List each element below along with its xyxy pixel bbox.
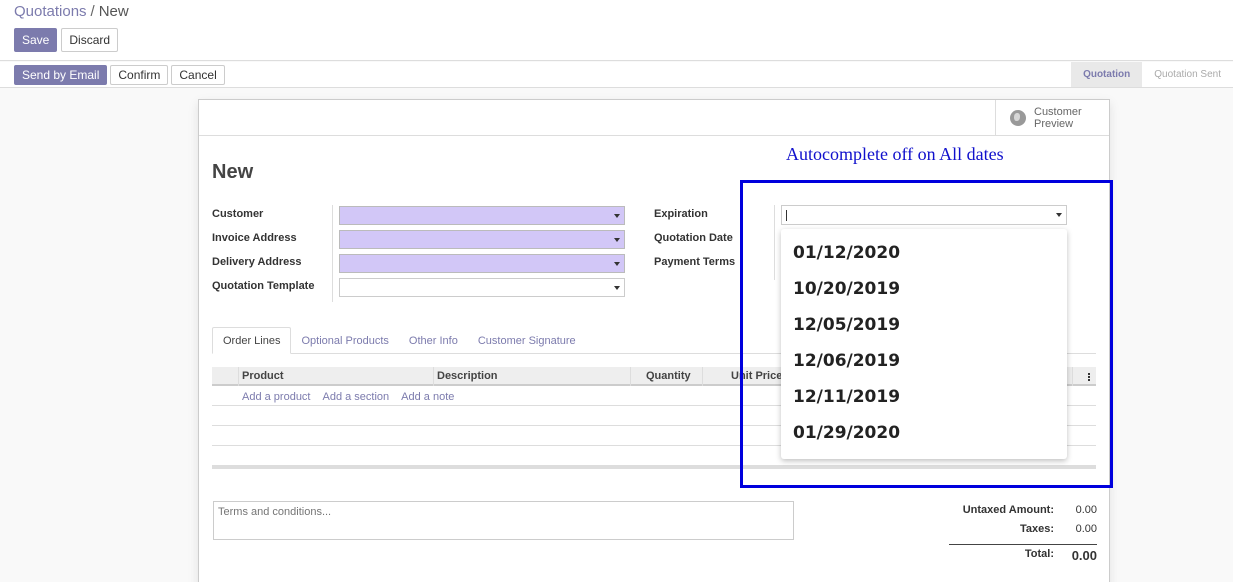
autocomplete-option[interactable]: 01/29/2020 (781, 415, 1067, 451)
untaxed-amount-value: 0.00 (1075, 504, 1097, 516)
chevron-down-icon (614, 262, 620, 266)
field-separator (332, 205, 333, 302)
untaxed-amount-label: Untaxed Amount: (962, 504, 1054, 516)
breadcrumb-quotations-link[interactable]: Quotations (14, 3, 87, 20)
column-divider (630, 367, 631, 386)
taxes-row: Taxes: 0.00 (949, 523, 1097, 542)
chevron-down-icon (614, 238, 620, 242)
confirm-button[interactable]: Confirm (110, 65, 169, 85)
column-divider (238, 367, 239, 386)
delivery-address-field[interactable] (339, 254, 625, 273)
expiration-field[interactable] (781, 205, 1067, 225)
send-by-email-button[interactable]: Send by Email (14, 65, 108, 85)
statusbar-buttons: Send by Email Confirm Cancel (14, 65, 225, 85)
payment-terms-label: Payment Terms (654, 256, 736, 268)
column-divider (433, 367, 434, 386)
column-header-product[interactable]: Product (242, 370, 284, 382)
expiration-label: Expiration (654, 208, 708, 220)
page-title: New (212, 161, 254, 183)
add-note-link[interactable]: Add a note (401, 391, 454, 403)
stage-quotation[interactable]: Quotation (1071, 62, 1143, 87)
total-label: Total: (1024, 548, 1054, 560)
statusbar: Send by Email Confirm Cancel Quotation Q… (0, 62, 1233, 88)
tab-customer-signature[interactable]: Customer Signature (468, 327, 586, 354)
text-cursor (786, 210, 787, 221)
quotation-date-label: Quotation Date (654, 232, 733, 244)
invoice-address-field[interactable] (339, 230, 625, 249)
autocomplete-option[interactable]: 12/11/2019 (781, 379, 1067, 415)
quotation-template-field[interactable] (339, 278, 625, 297)
customer-label: Customer (212, 208, 264, 220)
quotation-template-label: Quotation Template (212, 280, 315, 292)
discard-button[interactable]: Discard (61, 28, 119, 52)
tab-other-info[interactable]: Other Info (399, 327, 468, 354)
add-product-link[interactable]: Add a product (242, 391, 311, 403)
autocomplete-option[interactable]: 12/05/2019 (781, 307, 1067, 343)
terms-and-conditions-input[interactable] (213, 501, 794, 540)
tab-optional-products[interactable]: Optional Products (291, 327, 398, 354)
invoice-address-label: Invoice Address (212, 232, 297, 244)
breadcrumb: Quotations / New (14, 3, 129, 20)
autocomplete-option[interactable]: 12/06/2019 (781, 343, 1067, 379)
totals-summary: Untaxed Amount: 0.00 Taxes: 0.00 Total: … (949, 504, 1097, 567)
column-divider (702, 367, 703, 386)
control-panel: Quotations / New Save Discard (0, 0, 1233, 61)
total-value: 0.00 (1071, 548, 1097, 563)
autocomplete-dropdown: 01/12/2020 10/20/2019 12/05/2019 12/06/2… (781, 229, 1067, 459)
delivery-address-label: Delivery Address (212, 256, 302, 268)
column-header-quantity[interactable]: Quantity (646, 370, 691, 382)
add-section-link[interactable]: Add a section (323, 391, 390, 403)
customer-preview-button[interactable]: Customer Preview (995, 100, 1109, 135)
chevron-down-icon (1056, 213, 1062, 217)
button-box: Customer Preview (199, 100, 1109, 136)
cancel-button[interactable]: Cancel (171, 65, 225, 85)
breadcrumb-current: New (98, 3, 129, 20)
autocomplete-option[interactable]: 10/20/2019 (781, 271, 1067, 307)
save-button[interactable]: Save (14, 28, 58, 52)
chevron-down-icon (614, 214, 620, 218)
column-header-description[interactable]: Description (437, 370, 498, 382)
add-line-links: Add a product Add a section Add a note (242, 391, 454, 403)
taxes-label: Taxes: (1019, 523, 1054, 535)
globe-icon (1010, 109, 1026, 126)
stage-quotation-sent[interactable]: Quotation Sent (1142, 62, 1233, 87)
annotation-text: Autocomplete off on All dates (786, 144, 1004, 164)
breadcrumb-separator: / (90, 3, 95, 20)
status-stages: Quotation Quotation Sent (1071, 62, 1233, 87)
customer-field[interactable] (339, 206, 625, 225)
untaxed-amount-row: Untaxed Amount: 0.00 (949, 504, 1097, 523)
tab-order-lines[interactable]: Order Lines (212, 327, 292, 354)
autocomplete-option[interactable]: 01/12/2020 (781, 235, 1067, 271)
taxes-value: 0.00 (1075, 523, 1097, 535)
chevron-down-icon (614, 286, 620, 290)
form-action-buttons: Save Discard (14, 28, 119, 52)
customer-preview-label: Customer Preview (1034, 105, 1082, 130)
total-row: Total: 0.00 (949, 545, 1097, 567)
